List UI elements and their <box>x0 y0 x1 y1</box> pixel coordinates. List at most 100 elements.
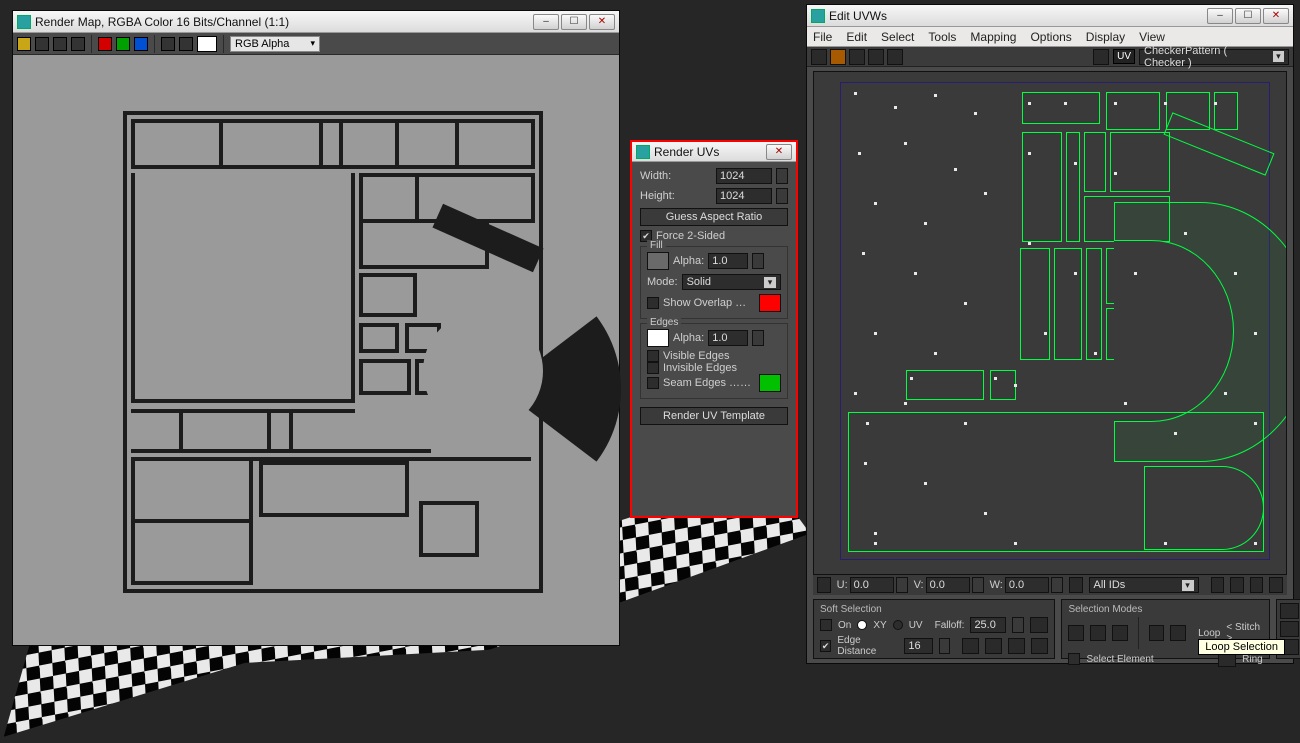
uv-vertex[interactable] <box>1014 542 1017 545</box>
copy-icon[interactable] <box>35 37 49 51</box>
u-spinner[interactable] <box>896 577 908 593</box>
uv-vertex[interactable] <box>1064 102 1067 105</box>
texture-dropdown[interactable]: CheckerPattern ( Checker ) <box>1139 49 1289 65</box>
freeform-icon[interactable] <box>868 49 884 65</box>
menu-select[interactable]: Select <box>881 30 914 44</box>
uvw-link-icon[interactable] <box>1069 577 1083 593</box>
uv-vertex[interactable] <box>1114 172 1117 175</box>
uv-vertex[interactable] <box>1028 102 1031 105</box>
uv-vertex[interactable] <box>1174 432 1177 435</box>
pan-icon[interactable] <box>1211 577 1225 593</box>
edges-alpha-spinner[interactable] <box>752 330 764 346</box>
uv-vertex[interactable] <box>854 392 857 395</box>
edges-alpha-input[interactable]: 1.0 <box>708 330 748 346</box>
uv-vertex[interactable] <box>874 532 877 535</box>
uv-vertex[interactable] <box>854 92 857 95</box>
uv-vertex[interactable] <box>1094 352 1097 355</box>
uv-vertex[interactable] <box>1164 102 1167 105</box>
vertex-mode-icon[interactable] <box>1068 625 1084 641</box>
menu-file[interactable]: File <box>813 30 832 44</box>
falloff-type-icon[interactable] <box>1031 638 1048 654</box>
uv-vertex[interactable] <box>1184 232 1187 235</box>
v-spinner[interactable] <box>972 577 984 593</box>
uv-vertex[interactable] <box>894 106 897 109</box>
v-input[interactable]: 0.0 <box>926 577 970 593</box>
fill-alpha-input[interactable]: 1.0 <box>708 253 748 269</box>
uv-vertex[interactable] <box>1254 332 1257 335</box>
uv-vertex[interactable] <box>1134 272 1137 275</box>
color-swatch[interactable] <box>197 36 217 52</box>
falloff-spinner[interactable] <box>1012 617 1024 633</box>
invisible-edges-checkbox[interactable] <box>647 362 659 374</box>
uv-vertex[interactable] <box>934 352 937 355</box>
fill-mode-dropdown[interactable]: Solid <box>682 274 781 290</box>
uv-vertex[interactable] <box>984 512 987 515</box>
minimize-button[interactable]: – <box>1207 8 1233 24</box>
menu-mapping[interactable]: Mapping <box>970 30 1016 44</box>
render-uv-template-button[interactable]: Render UV Template <box>640 407 788 425</box>
uv-vertex[interactable] <box>1074 162 1077 165</box>
uv-vertex[interactable] <box>874 332 877 335</box>
render-uvs-titlebar[interactable]: Render UVs ✕ <box>632 142 796 162</box>
menu-options[interactable]: Options <box>1030 30 1071 44</box>
contract-sel-icon[interactable] <box>1170 625 1186 641</box>
fill-alpha-spinner[interactable] <box>752 253 764 269</box>
uv-vertex[interactable] <box>924 482 927 485</box>
zoom-region-icon[interactable] <box>1250 577 1264 593</box>
seam-color-swatch[interactable] <box>759 374 781 392</box>
uv-vertex[interactable] <box>914 272 917 275</box>
uv-vertex[interactable] <box>934 94 937 97</box>
uv-vertex[interactable] <box>1234 272 1237 275</box>
fill-color-swatch[interactable] <box>647 252 669 270</box>
edit-uvw-titlebar[interactable]: Edit UVWs – ☐ ✕ <box>807 5 1293 27</box>
u-input[interactable]: 0.0 <box>850 577 894 593</box>
minimize-button[interactable]: – <box>533 14 559 30</box>
uv-vertex[interactable] <box>866 422 869 425</box>
save-icon[interactable] <box>17 37 31 51</box>
edge-distance-spinner[interactable] <box>939 638 950 654</box>
clone-icon[interactable] <box>53 37 67 51</box>
seam-edges-checkbox[interactable] <box>647 377 659 389</box>
channel-blue-toggle[interactable] <box>134 37 148 51</box>
show-map-icon[interactable] <box>1093 49 1109 65</box>
uv-vertex[interactable] <box>984 192 987 195</box>
grow-icon[interactable] <box>985 638 1002 654</box>
close-button[interactable]: ✕ <box>589 14 615 30</box>
close-button[interactable]: ✕ <box>766 144 792 160</box>
height-spinner[interactable] <box>776 188 788 204</box>
uv-vertex[interactable] <box>954 168 957 171</box>
zoom-icon[interactable] <box>1230 577 1244 593</box>
flip-h-icon[interactable] <box>1280 621 1300 637</box>
falloff-input[interactable]: 25.0 <box>970 617 1006 633</box>
uv-vertex[interactable] <box>874 202 877 205</box>
menu-tools[interactable]: Tools <box>928 30 956 44</box>
uv-canvas[interactable]: [ [40,20],[80,34],[120,22],[160,40],[44,… <box>813 71 1287 575</box>
width-input[interactable]: 1024 <box>716 168 772 184</box>
uv-vertex[interactable] <box>874 542 877 545</box>
uv-vertex[interactable] <box>994 377 997 380</box>
uv-vertex[interactable] <box>1214 102 1217 105</box>
mirror-icon[interactable] <box>887 49 903 65</box>
uv-vertex[interactable] <box>1028 242 1031 245</box>
uv-vertex[interactable] <box>1164 542 1167 545</box>
edge-distance-input[interactable]: 16 <box>904 638 933 654</box>
alpha-toggle-icon[interactable] <box>161 37 175 51</box>
select-element-checkbox[interactable] <box>1068 653 1080 665</box>
soft-xy-radio[interactable] <box>857 620 867 630</box>
edge-distance-checkbox[interactable] <box>820 640 831 652</box>
uv-vertex[interactable] <box>904 402 907 405</box>
menu-display[interactable]: Display <box>1086 30 1125 44</box>
channel-green-toggle[interactable] <box>116 37 130 51</box>
guess-aspect-button[interactable]: Guess Aspect Ratio <box>640 208 788 226</box>
uv-vertex[interactable] <box>1028 152 1031 155</box>
uv-vertex[interactable] <box>1124 402 1127 405</box>
render-map-titlebar[interactable]: Render Map, RGBA Color 16 Bits/Channel (… <box>13 11 619 33</box>
w-spinner[interactable] <box>1051 577 1063 593</box>
edges-color-swatch[interactable] <box>647 329 669 347</box>
fit-icon[interactable] <box>1269 577 1283 593</box>
w-input[interactable]: 0.0 <box>1005 577 1049 593</box>
overlap-color-swatch[interactable] <box>759 294 781 312</box>
uv-vertex[interactable] <box>904 142 907 145</box>
uv-vertex[interactable] <box>1254 542 1257 545</box>
maximize-button[interactable]: ☐ <box>1235 8 1261 24</box>
